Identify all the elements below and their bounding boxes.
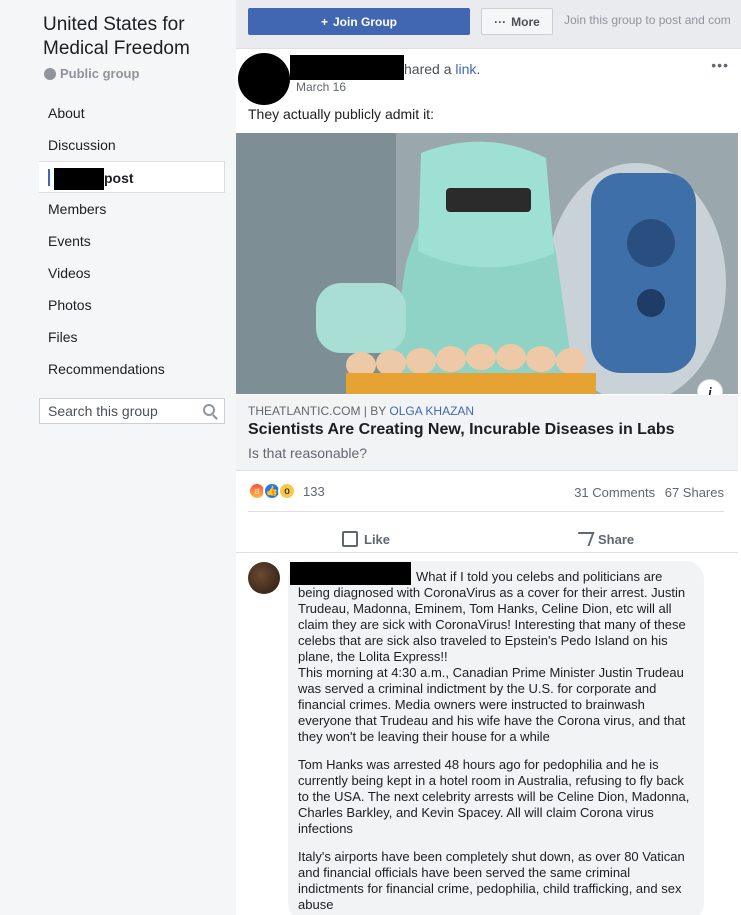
redaction-block bbox=[54, 168, 104, 191]
comment-text-1b: This morning at 4:30 a.m., Canadian Prim… bbox=[298, 665, 686, 744]
share-arrow-icon bbox=[573, 532, 595, 546]
link-domain: THEATLANTIC.COM bbox=[248, 404, 361, 418]
share-button[interactable]: Share bbox=[573, 523, 635, 555]
group-action-bar: + Join Group ··· More Join this group to… bbox=[236, 0, 741, 44]
reactions-summary[interactable]: ಠ 👍 o 133 bbox=[248, 482, 325, 500]
sidebar-nav: About Discussion post Members Events Vid… bbox=[39, 97, 225, 385]
post-options-icon[interactable]: ••• bbox=[711, 57, 729, 73]
post-date[interactable]: March 16 bbox=[296, 80, 346, 94]
globe-icon bbox=[44, 67, 56, 80]
author-avatar[interactable] bbox=[238, 53, 290, 105]
sidebar-item-events[interactable]: Events bbox=[39, 225, 225, 257]
join-hint-text: Join this group to post and com bbox=[564, 13, 731, 27]
post-card: hared a link. March 16 ••• They actually… bbox=[236, 48, 741, 915]
link-source: THEATLANTIC.COM | BY OLGA KHAZAN bbox=[248, 404, 474, 418]
link-preview-image[interactable] bbox=[236, 133, 738, 394]
commenter-avatar[interactable] bbox=[248, 562, 280, 594]
group-type-label: Public group bbox=[60, 66, 140, 81]
join-group-label: Join Group bbox=[333, 14, 397, 29]
link-description: Is that reasonable? bbox=[248, 445, 368, 461]
comments-section: What if I told you celebs and politician… bbox=[236, 552, 738, 915]
search-placeholder: Search this group bbox=[48, 403, 158, 419]
link-author[interactable]: OLGA KHAZAN bbox=[389, 404, 474, 418]
comment-paragraph: Tom Hanks was arrested 48 hours ago for … bbox=[298, 757, 690, 836]
wow-reaction-icon: o bbox=[278, 482, 296, 500]
shared-text: hared a link. bbox=[404, 61, 480, 77]
shares-count[interactable]: 67 Shares bbox=[665, 485, 724, 500]
author-name-redaction bbox=[290, 55, 404, 80]
sidebar-item-post[interactable]: post bbox=[39, 161, 225, 193]
comment-paragraph: Italy's airports have been completely sh… bbox=[298, 849, 685, 912]
sidebar-item-members[interactable]: Members bbox=[39, 193, 225, 225]
search-icon[interactable] bbox=[203, 404, 215, 416]
sidebar-item-recommendations[interactable]: Recommendations bbox=[39, 353, 225, 385]
reaction-count: 133 bbox=[303, 483, 325, 499]
sidebar-item-discussion[interactable]: Discussion bbox=[39, 129, 225, 161]
sidebar-item-files[interactable]: Files bbox=[39, 321, 225, 353]
group-type: Public group bbox=[44, 66, 139, 81]
shared-prefix: hared a bbox=[404, 61, 456, 77]
link-title[interactable]: Scientists Are Creating New, Incurable D… bbox=[248, 421, 675, 439]
shared-link[interactable]: link bbox=[455, 61, 476, 77]
commenter-name-redaction bbox=[290, 562, 411, 585]
share-label: Share bbox=[598, 531, 635, 547]
group-title[interactable]: United States for Medical Freedom bbox=[43, 13, 233, 61]
comment-bubble: What if I told you celebs and politician… bbox=[288, 561, 704, 915]
shared-suffix: . bbox=[476, 61, 481, 77]
more-button[interactable]: ··· More bbox=[481, 8, 553, 35]
divider bbox=[248, 511, 724, 512]
search-input[interactable]: Search this group bbox=[39, 398, 225, 424]
sidebar: United States for Medical Freedom Public… bbox=[0, 0, 236, 915]
lab-scientist-photo bbox=[236, 133, 738, 394]
sidebar-item-videos[interactable]: Videos bbox=[39, 257, 225, 289]
comment-paragraph: What if I told you celebs and politician… bbox=[298, 569, 694, 745]
plus-icon: + bbox=[320, 14, 328, 29]
ellipsis-icon: ··· bbox=[494, 14, 507, 29]
like-button[interactable]: Like bbox=[342, 523, 390, 555]
like-label: Like bbox=[364, 531, 391, 547]
engagement-counts: 31 Comments 67 Shares bbox=[568, 485, 724, 500]
sidebar-item-label: post bbox=[104, 170, 134, 186]
comments-count[interactable]: 31 Comments bbox=[574, 485, 655, 500]
join-group-button[interactable]: + Join Group bbox=[248, 8, 470, 35]
thumbs-up-icon bbox=[342, 531, 358, 547]
link-preview-meta[interactable]: THEATLANTIC.COM | BY OLGA KHAZAN Scienti… bbox=[236, 395, 738, 471]
sidebar-item-photos[interactable]: Photos bbox=[39, 289, 225, 321]
link-by: | BY bbox=[360, 404, 390, 418]
sidebar-item-about[interactable]: About bbox=[39, 97, 225, 129]
more-label: More bbox=[511, 14, 540, 29]
post-text: They actually publicly admit it: bbox=[248, 106, 434, 122]
